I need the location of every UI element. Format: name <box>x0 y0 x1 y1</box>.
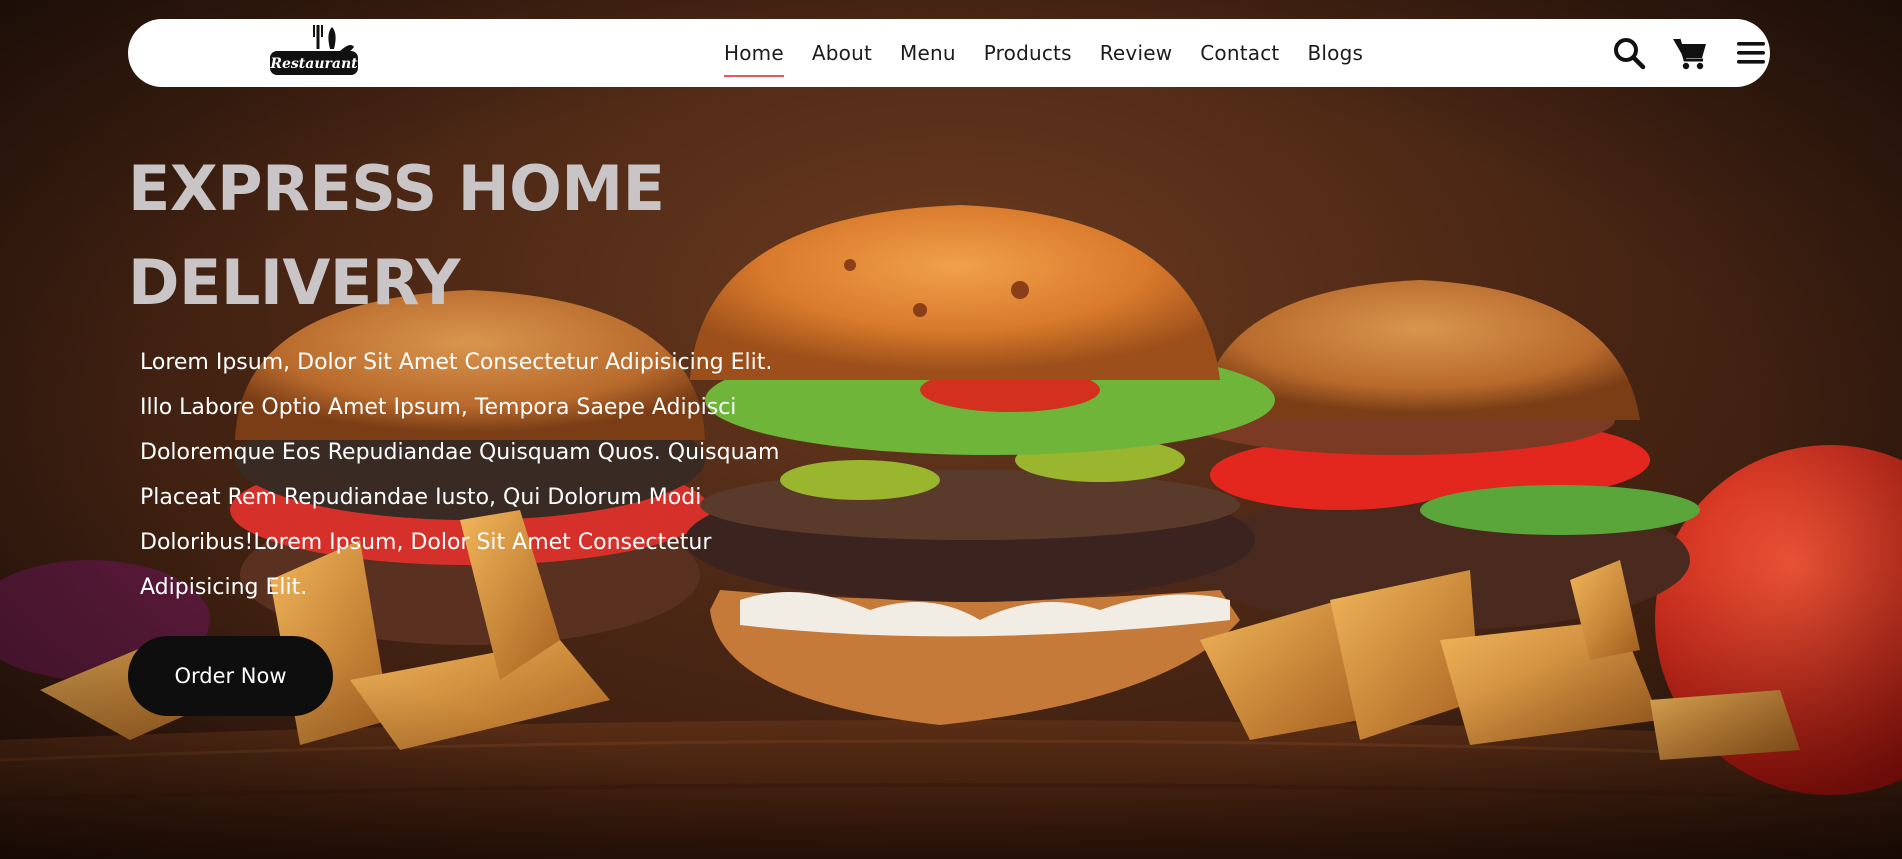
hero-paragraph-line: Adipisicing Elit. <box>140 575 308 600</box>
cart-icon[interactable] <box>1672 36 1708 70</box>
hero-paragraph-line: Doloremque Eos Repudiandae Quisquam Quos… <box>140 440 780 465</box>
hero-paragraph-line: Placeat Rem Repudiandae Iusto, Qui Dolor… <box>140 485 702 510</box>
nav-link-menu[interactable]: Menu <box>900 35 956 71</box>
restaurant-logo-icon: Restaurant <box>269 25 358 75</box>
hero-headline-line-1: EXPRESS HOME <box>128 152 665 225</box>
hero-headline: EXPRESS HOME DELIVERY <box>128 142 665 330</box>
nav-link-about[interactable]: About <box>812 35 872 71</box>
menu-icon[interactable] <box>1734 36 1768 70</box>
nav-link-home[interactable]: Home <box>724 35 784 77</box>
hero-headline-line-2: DELIVERY <box>128 246 460 319</box>
nav-links: Home About Menu Products Review Contact … <box>724 19 1391 87</box>
hero-paragraph: Lorem Ipsum, Dolor Sit Amet Consectetur … <box>140 340 900 610</box>
navbar: Restaurant Home About Menu Products Revi… <box>128 19 1770 87</box>
nav-link-blogs[interactable]: Blogs <box>1307 35 1363 71</box>
nav-link-products[interactable]: Products <box>984 35 1072 71</box>
nav-link-review[interactable]: Review <box>1100 35 1173 71</box>
nav-icons <box>1612 19 1768 87</box>
logo[interactable]: Restaurant <box>268 19 360 87</box>
order-now-button[interactable]: Order Now <box>128 636 333 716</box>
search-icon[interactable] <box>1612 36 1646 70</box>
logo-text: Restaurant <box>269 56 358 72</box>
hero-paragraph-line: Doloribus!Lorem Ipsum, Dolor Sit Amet Co… <box>140 530 712 555</box>
nav-link-contact[interactable]: Contact <box>1200 35 1279 71</box>
hero-paragraph-line: Illo Labore Optio Amet Ipsum, Tempora Sa… <box>140 395 737 420</box>
hero-paragraph-line: Lorem Ipsum, Dolor Sit Amet Consectetur … <box>140 350 773 375</box>
